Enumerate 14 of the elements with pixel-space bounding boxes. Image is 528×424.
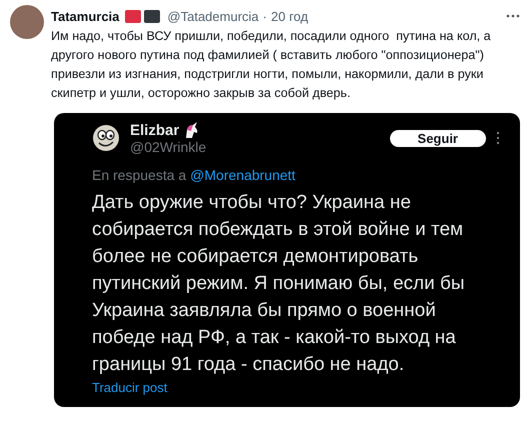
author-name[interactable]: Tatamurcia [51, 8, 120, 24]
separator: · [262, 8, 267, 24]
more-icon [496, 131, 500, 145]
post-text: Им надо, чтобы ВСУ пришли, победили, посадили одного путина на кол, а другого нового путина под фамилией ( вставить любого "оппозиционера") привезли из изгнания, подстригли ногти, помыли, накормили, дали в руки скипетр и ушли, осторожно закрыв за собой дверь. [51, 28, 492, 102]
more-icon[interactable] [506, 14, 520, 18]
cartoon-avatar-icon [92, 124, 120, 152]
reply-label: En respuesta a [92, 167, 186, 183]
squares-icon [125, 10, 162, 22]
embedded-post-text: Дать оружие чтобы что? Украина не собирается побеждать в этой войне и тем более не собирается демонтировать путинский режим. Я понимаю бы, если бы Украина заявляла бы прямо о военной победе над РФ, а так - какой-то выход на границы 91 года - спасибо не надо. [92, 191, 466, 377]
embedded-author-name: Elizbar [130, 122, 180, 138]
avatar[interactable] [10, 5, 44, 39]
author-handle[interactable]: @Tatademurcia [167, 8, 259, 24]
embedded-author-handle: @02Wrinkle [130, 139, 206, 155]
post-time[interactable]: 20 год [271, 8, 308, 24]
